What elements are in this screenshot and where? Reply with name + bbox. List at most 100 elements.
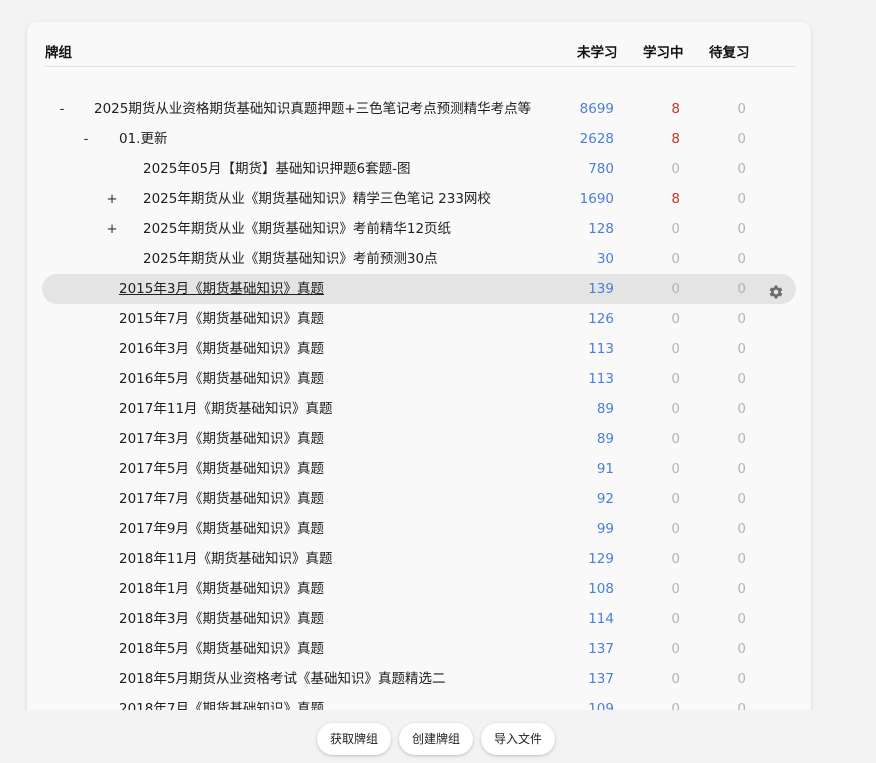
expand-toggle[interactable]: + — [104, 184, 120, 214]
deck-row[interactable]: 2025年05月【期货】基础知识押题6套题-图 780 0 0 — [27, 154, 811, 184]
due-count: 0 — [737, 311, 746, 327]
due-count: 0 — [737, 341, 746, 357]
deck-name[interactable]: 2018年5月期货从业资格考试《基础知识》真题精选二 — [119, 664, 445, 694]
deck-row[interactable]: - 01.更新 2628 8 0 — [27, 124, 811, 154]
deck-row[interactable]: 2018年1月《期货基础知识》真题 108 0 0 — [27, 574, 811, 604]
get-decks-button[interactable]: 获取牌组 — [317, 723, 392, 755]
deck-name[interactable]: 2025年期货从业《期货基础知识》考前预测30点 — [143, 244, 438, 274]
gear-icon[interactable] — [768, 281, 784, 299]
new-count: 89 — [596, 401, 614, 417]
new-count: 137 — [588, 641, 614, 657]
learning-count: 0 — [671, 491, 680, 507]
deck-row[interactable]: 2018年11月《期货基础知识》真题 129 0 0 — [27, 544, 811, 574]
deck-row[interactable]: 2017年9月《期货基础知识》真题 99 0 0 — [27, 514, 811, 544]
deck-name-text: 2025年05月【期货】基础知识押题6套题-图 — [143, 161, 411, 177]
due-count: 0 — [737, 521, 746, 537]
deck-name-text: 2018年5月期货从业资格考试《基础知识》真题精选二 — [119, 671, 446, 687]
deck-name[interactable]: 2017年7月《期货基础知识》真题 — [119, 484, 324, 514]
due-count: 0 — [737, 491, 746, 507]
deck-row[interactable]: 2018年3月《期货基础知识》真题 114 0 0 — [27, 604, 811, 634]
deck-row[interactable]: 2015年7月《期货基础知识》真题 126 0 0 — [27, 304, 811, 334]
deck-name[interactable]: 2025期货从业资格期货基础知识真题押题+三色笔记考点预测精华考点等 — [94, 94, 531, 124]
deck-name-text: 2017年9月《期货基础知识》真题 — [119, 521, 324, 537]
column-header-new[interactable]: 未学习 — [577, 41, 618, 61]
deck-row[interactable]: +2025年期货从业《期货基础知识》考前精华12页纸 128 0 0 — [27, 214, 811, 244]
deck-name-text: 2017年3月《期货基础知识》真题 — [119, 431, 324, 447]
deck-row[interactable]: 2015年3月《期货基础知识》真题 139 0 0 — [27, 274, 811, 304]
deck-name[interactable]: 2015年7月《期货基础知识》真题 — [119, 304, 324, 334]
learning-count: 0 — [671, 581, 680, 597]
due-count: 0 — [737, 431, 746, 447]
new-count: 91 — [596, 461, 614, 477]
collapse-toggle[interactable]: - — [78, 124, 94, 154]
learning-count: 0 — [671, 401, 680, 417]
deck-list-header: 牌组 未学习 学习中 待复习 — [45, 22, 796, 67]
learning-count: 0 — [671, 281, 680, 297]
learning-count: 0 — [671, 521, 680, 537]
due-count: 0 — [737, 461, 746, 477]
due-count: 0 — [737, 101, 746, 117]
deck-name[interactable]: 01.更新 — [119, 124, 167, 154]
deck-row[interactable]: 2017年3月《期货基础知识》真题 89 0 0 — [27, 424, 811, 454]
due-count: 0 — [737, 371, 746, 387]
deck-name-text: 2016年5月《期货基础知识》真题 — [119, 371, 324, 387]
deck-name[interactable]: 2017年9月《期货基础知识》真题 — [119, 514, 324, 544]
column-header-due[interactable]: 待复习 — [709, 41, 750, 61]
column-header-learning[interactable]: 学习中 — [643, 41, 684, 61]
due-count: 0 — [737, 161, 746, 177]
deck-name[interactable]: 2018年11月《期货基础知识》真题 — [119, 544, 333, 574]
new-count: 139 — [588, 281, 614, 297]
deck-row[interactable]: 2017年5月《期货基础知识》真题 91 0 0 — [27, 454, 811, 484]
learning-count: 0 — [671, 311, 680, 327]
due-count: 0 — [737, 401, 746, 417]
due-count: 0 — [737, 281, 746, 297]
deck-row[interactable]: 2016年3月《期货基础知识》真题 113 0 0 — [27, 334, 811, 364]
collapse-toggle[interactable]: - — [54, 94, 70, 124]
deck-name-text: 2018年5月《期货基础知识》真题 — [119, 641, 324, 657]
deck-row[interactable]: 2018年5月《期货基础知识》真题 137 0 0 — [27, 634, 811, 664]
deck-row[interactable]: 2017年11月《期货基础知识》真题 89 0 0 — [27, 394, 811, 424]
new-count: 30 — [596, 251, 614, 267]
deck-name[interactable]: 2016年5月《期货基础知识》真题 — [119, 364, 324, 394]
learning-count: 0 — [671, 611, 680, 627]
due-count: 0 — [737, 671, 746, 687]
deck-name[interactable]: 2016年3月《期货基础知识》真题 — [119, 334, 324, 364]
deck-name-text: 2018年1月《期货基础知识》真题 — [119, 581, 324, 597]
deck-name-text: 2018年11月《期货基础知识》真题 — [119, 551, 333, 567]
deck-name-text: 2015年7月《期货基础知识》真题 — [119, 311, 324, 327]
due-count: 0 — [737, 581, 746, 597]
learning-count: 0 — [671, 671, 680, 687]
new-count: 114 — [588, 611, 614, 627]
deck-name[interactable]: 2018年3月《期货基础知识》真题 — [119, 604, 324, 634]
deck-row[interactable]: 2025年期货从业《期货基础知识》考前预测30点 30 0 0 — [27, 244, 811, 274]
deck-row[interactable]: +2025年期货从业《期货基础知识》精学三色笔记 233网校 1690 8 0 — [27, 184, 811, 214]
learning-count: 0 — [671, 161, 680, 177]
deck-row[interactable]: 2016年5月《期货基础知识》真题 113 0 0 — [27, 364, 811, 394]
deck-name[interactable]: 2017年3月《期货基础知识》真题 — [119, 424, 324, 454]
learning-count: 0 — [671, 461, 680, 477]
deck-name[interactable]: 2015年3月《期货基础知识》真题 — [119, 274, 324, 304]
deck-name[interactable]: 2017年5月《期货基础知识》真题 — [119, 454, 324, 484]
learning-count: 0 — [671, 221, 680, 237]
deck-name[interactable]: 2017年11月《期货基础知识》真题 — [119, 394, 333, 424]
new-count: 1690 — [579, 191, 614, 207]
create-deck-button[interactable]: 创建牌组 — [399, 723, 474, 755]
deck-name[interactable]: 2025年05月【期货】基础知识押题6套题-图 — [143, 154, 411, 184]
expand-toggle[interactable]: + — [104, 214, 120, 244]
deck-list: -2025期货从业资格期货基础知识真题押题+三色笔记考点预测精华考点等 8699 8… — [27, 94, 811, 722]
column-header-deck[interactable]: 牌组 — [45, 41, 72, 61]
new-count: 2628 — [579, 131, 614, 147]
new-count: 99 — [596, 521, 614, 537]
deck-row[interactable]: - 2025期货从业资格期货基础知识真题押题+三色笔记考点预测精华考点等 8699 8… — [27, 94, 811, 124]
new-count: 92 — [596, 491, 614, 507]
deck-name-text: 2025期货从业资格期货基础知识真题押题+三色笔记考点预测精华考点等 — [94, 101, 532, 117]
new-count: 89 — [596, 431, 614, 447]
deck-name[interactable]: 2018年1月《期货基础知识》真题 — [119, 574, 324, 604]
deck-row[interactable]: 2017年7月《期货基础知识》真题 92 0 0 — [27, 484, 811, 514]
deck-row[interactable]: 2018年5月期货从业资格考试《基础知识》真题精选二 137 0 0 — [27, 664, 811, 694]
deck-name[interactable]: 2025年期货从业《期货基础知识》精学三色笔记 233网校 — [143, 184, 491, 214]
deck-name[interactable]: 2018年5月《期货基础知识》真题 — [119, 634, 324, 664]
new-count: 113 — [588, 371, 614, 387]
import-file-button[interactable]: 导入文件 — [481, 723, 556, 755]
deck-name[interactable]: 2025年期货从业《期货基础知识》考前精华12页纸 — [143, 214, 451, 244]
